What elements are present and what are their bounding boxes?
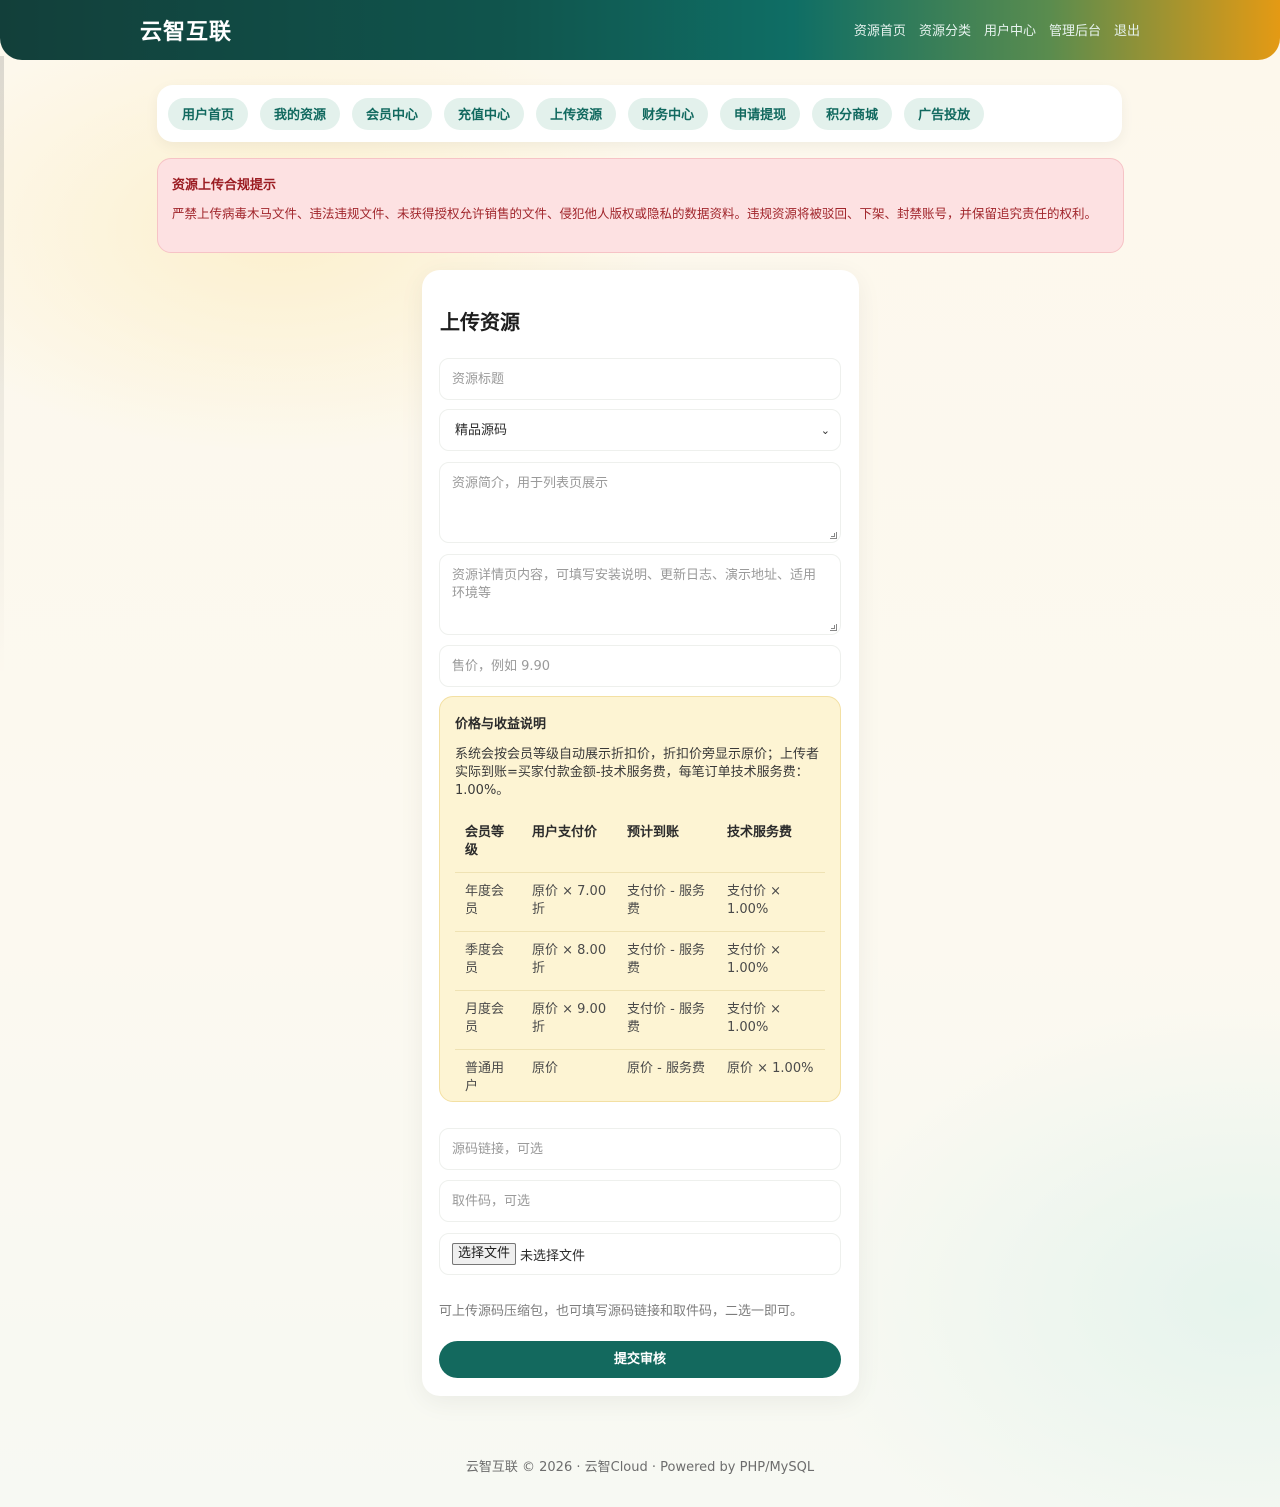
table-cell: 原价 (532, 1061, 559, 1076)
table-cell: 支付价 - 服务费 (617, 872, 717, 932)
header-member-level: 会员等级 (455, 820, 522, 873)
nav-user-center[interactable]: 用户中心 (984, 20, 1036, 39)
table-cell: 原价 × 1.00% (727, 1061, 814, 1076)
choose-file-button[interactable]: 选择文件 (452, 1243, 517, 1265)
header-service-fee: 技术服务费 (717, 820, 825, 873)
table-cell: 原价 × 9.00 折 (522, 990, 617, 1050)
header-user-pay: 用户支付价 (522, 820, 617, 873)
compliance-notice: 资源上传合规提示 严禁上传病毒木马文件、违法违规文件、未获得授权允许销售的文件、… (157, 158, 1124, 253)
notice-text: 严禁上传病毒木马文件、违法违规文件、未获得授权允许销售的文件、侵犯他人版权或隐私… (172, 206, 1098, 221)
price-placeholder: 售价，例如 9.90 (452, 659, 551, 674)
nav-logout[interactable]: 退出 (1114, 20, 1140, 39)
table-row: 年度会员 原价 × 7.00 折 支付价 - 服务费 支付价 × 1.00% (455, 872, 825, 932)
title-input[interactable]: 资源标题 (439, 358, 841, 400)
top-header: 云智互联 资源首页 资源分类 用户中心 管理后台 退出 (0, 0, 1280, 60)
notice-title: 资源上传合规提示 (172, 178, 277, 193)
tab-finance[interactable]: 财务中心 (628, 97, 709, 130)
user-tab-bar: 用户首页 我的资源 会员中心 充值中心 上传资源 财务中心 申请提现 积分商城 … (157, 85, 1122, 142)
tab-points-mall[interactable]: 积分商城 (812, 97, 893, 130)
detail-placeholder: 资源详情页内容，可填写安装说明、更新日志、演示地址、适用环境等 (452, 568, 817, 601)
table-cell: 支付价 × 1.00% (717, 872, 825, 932)
tab-recharge[interactable]: 充值中心 (444, 97, 525, 130)
resize-handle-icon[interactable] (830, 532, 837, 539)
category-selected-value: 精品源码 (455, 423, 508, 438)
pickup-code-placeholder: 取件码，可选 (452, 1194, 531, 1209)
nav-admin[interactable]: 管理后台 (1049, 20, 1101, 39)
price-input[interactable]: 售价，例如 9.90 (439, 645, 841, 687)
tab-my-resources[interactable]: 我的资源 (260, 97, 341, 130)
table-row: 月度会员 原价 × 9.00 折 支付价 - 服务费 支付价 × 1.00% (455, 990, 825, 1050)
table-cell: 季度会员 (455, 931, 522, 991)
table-cell: 支付价 - 服务费 (617, 931, 717, 991)
pricing-table: 会员等级 用户支付价 预计到账 技术服务费 年度会员 原价 × 7.00 折 支… (455, 820, 825, 1108)
pricing-text: 系统会按会员等级自动展示折扣价，折扣价旁显示原价；上传者实际到账=买家付款金额-… (455, 747, 820, 798)
table-cell: 原价 × 7.00 折 (522, 872, 617, 932)
tab-upload[interactable]: 上传资源 (536, 97, 617, 130)
table-cell: 普通用户 (465, 1061, 505, 1094)
resize-handle-icon[interactable] (830, 624, 837, 631)
upload-form-card: 上传资源 资源标题 精品源码 ⌄ 资源简介，用于列表页展示 资源详情页内容，可填… (422, 270, 859, 1396)
pricing-info-box: 价格与收益说明 系统会按会员等级自动展示折扣价，折扣价旁显示原价；上传者实际到账… (439, 696, 841, 1102)
tab-user-home[interactable]: 用户首页 (168, 97, 249, 130)
table-cell: 原价 - 服务费 (627, 1061, 705, 1076)
page-edge-shadow (0, 56, 4, 676)
form-title: 上传资源 (440, 310, 520, 334)
table-cell: 支付价 × 1.00% (717, 931, 825, 991)
top-nav: 资源首页 资源分类 用户中心 管理后台 退出 (854, 20, 1140, 39)
summary-textarea[interactable]: 资源简介，用于列表页展示 (439, 462, 841, 543)
upload-hint: 可上传源码压缩包，也可填写源码链接和取件码，二选一即可。 (439, 1304, 804, 1319)
table-cell: 支付价 - 服务费 (617, 990, 717, 1050)
table-cell: 原价 × 8.00 折 (522, 931, 617, 991)
pricing-table-header: 会员等级 用户支付价 预计到账 技术服务费 (455, 820, 825, 873)
table-cell: 年度会员 (455, 872, 522, 932)
source-link-placeholder: 源码链接，可选 (452, 1142, 544, 1157)
table-row: 季度会员 原价 × 8.00 折 支付价 - 服务费 支付价 × 1.00% (455, 931, 825, 991)
file-status-text: 未选择文件 (520, 1248, 586, 1264)
pickup-code-input[interactable]: 取件码，可选 (439, 1180, 841, 1222)
nav-resource-category[interactable]: 资源分类 (919, 20, 971, 39)
header-expected-income: 预计到账 (617, 820, 717, 873)
tab-member-center[interactable]: 会员中心 (352, 97, 433, 130)
chevron-down-icon: ⌄ (820, 424, 830, 437)
page-footer: 云智互联 © 2026 · 云智Cloud · Powered by PHP/M… (465, 1460, 815, 1475)
nav-resource-home[interactable]: 资源首页 (854, 20, 906, 39)
tab-ads[interactable]: 广告投放 (904, 97, 985, 130)
category-select[interactable]: 精品源码 ⌄ (439, 409, 841, 451)
tab-withdraw[interactable]: 申请提现 (720, 97, 801, 130)
table-cell: 支付价 × 1.00% (717, 990, 825, 1050)
table-row: 普通用户 原价 原价 - 服务费 原价 × 1.00% (455, 1050, 825, 1109)
summary-placeholder: 资源简介，用于列表页展示 (452, 476, 609, 491)
table-cell: 月度会员 (455, 990, 522, 1050)
detail-textarea[interactable]: 资源详情页内容，可填写安装说明、更新日志、演示地址、适用环境等 (439, 554, 841, 635)
submit-review-button[interactable]: 提交审核 (439, 1341, 841, 1378)
brand-logo[interactable]: 云智互联 (140, 14, 232, 46)
file-upload-field: 选择文件 未选择文件 (439, 1233, 841, 1275)
source-link-input[interactable]: 源码链接，可选 (439, 1128, 841, 1170)
title-input-placeholder: 资源标题 (452, 372, 505, 387)
pricing-title: 价格与收益说明 (455, 717, 547, 732)
